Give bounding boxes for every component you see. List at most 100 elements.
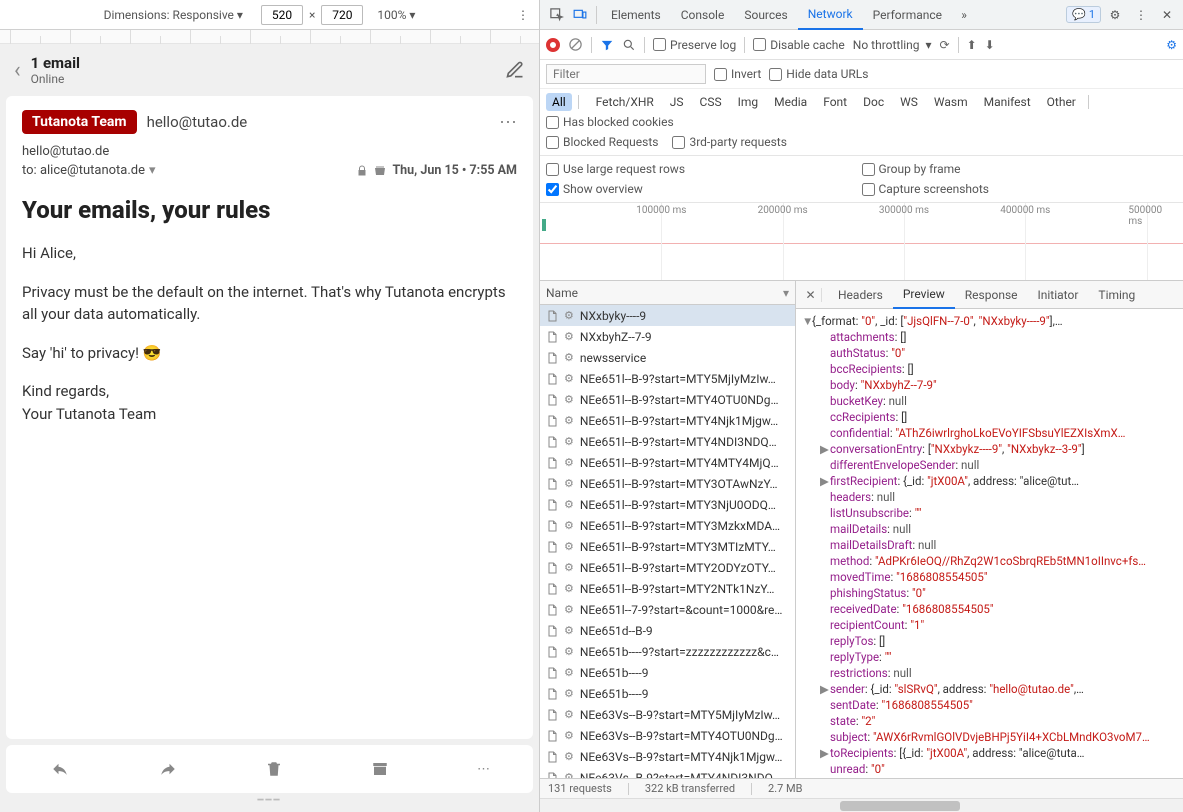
json-field-subject[interactable]: subject: "AWX6rRvmlGOlVDvjeBHPj5YiI4+XCb… bbox=[802, 729, 1177, 745]
width-input[interactable] bbox=[261, 5, 303, 25]
request-row[interactable]: ⚙NEe651l--B-9?start=MTY4NDI3NDQ… bbox=[540, 431, 795, 452]
detail-tab-timing[interactable]: Timing bbox=[1088, 281, 1145, 309]
third-party-checkbox[interactable]: 3rd-party requests bbox=[672, 135, 786, 149]
request-row[interactable]: ⚙NEe651l--B-9?start=MTY3MzkxMDA… bbox=[540, 515, 795, 536]
json-field-movedTime[interactable]: movedTime: "1686808554505" bbox=[802, 569, 1177, 585]
capture-screenshots-checkbox[interactable]: Capture screenshots bbox=[862, 182, 1178, 196]
name-column-header[interactable]: Name ▾ bbox=[540, 281, 795, 305]
type-filter-css[interactable]: CSS bbox=[694, 93, 728, 111]
request-row[interactable]: ⚙NEe651b----9?start=zzzzzzzzzzzz&c… bbox=[540, 641, 795, 662]
detail-tab-response[interactable]: Response bbox=[955, 281, 1028, 309]
request-row[interactable]: ⚙NEe63Vs--B-9?start=MTY4NDI3NDQ… bbox=[540, 767, 795, 778]
to-expand-icon[interactable]: ▾ bbox=[149, 163, 156, 178]
download-har-icon[interactable]: ⬇ bbox=[985, 38, 995, 52]
request-row[interactable]: ⚙NEe63Vs--B-9?start=MTY4Njk1Mjgw… bbox=[540, 746, 795, 767]
request-row[interactable]: ⚙NXxbyky----9 bbox=[540, 305, 795, 326]
device-mode-icon[interactable] bbox=[568, 3, 592, 27]
search-icon[interactable] bbox=[622, 38, 636, 52]
json-field-method[interactable]: method: "AdPKr6IeOQ//RhZq2W1coSbrqREb5tM… bbox=[802, 553, 1177, 569]
request-row[interactable]: ⚙NEe651l--B-9?start=MTY4Njk1Mjgw… bbox=[540, 410, 795, 431]
json-field-bucketKey[interactable]: bucketKey: null bbox=[802, 393, 1177, 409]
json-field-attachments[interactable]: attachments: [] bbox=[802, 329, 1177, 345]
horizontal-scrollbar[interactable] bbox=[540, 798, 1183, 812]
filter-input[interactable] bbox=[546, 64, 706, 84]
json-field-replyType[interactable]: replyType: "" bbox=[802, 649, 1177, 665]
json-field-sentDate[interactable]: sentDate: "1686808554505" bbox=[802, 697, 1177, 713]
detail-tab-preview[interactable]: Preview bbox=[893, 281, 955, 309]
disable-cache-checkbox[interactable]: Disable cache bbox=[753, 38, 845, 52]
request-row[interactable]: ⚙NEe651l--B-9?start=MTY5MjIyMzIw… bbox=[540, 368, 795, 389]
request-row[interactable]: ⚙NEe651l--7-9?start=&count=1000&re… bbox=[540, 599, 795, 620]
close-devtools-icon[interactable]: ✕ bbox=[1155, 3, 1179, 27]
timeline-overview[interactable]: 100000 ms200000 ms300000 ms400000 ms5000… bbox=[540, 203, 1183, 281]
type-filter-wasm[interactable]: Wasm bbox=[928, 93, 974, 111]
preview-json[interactable]: ▼{_format: "0", _id: ["JjsQlFN--7-0", "N… bbox=[796, 309, 1183, 778]
invert-checkbox[interactable]: Invert bbox=[714, 67, 761, 81]
json-field-sender[interactable]: ▶sender: {_id: "slSRvQ", address: "hello… bbox=[802, 681, 1177, 697]
throttling-dropdown[interactable]: No throttling ▾ bbox=[853, 38, 932, 52]
request-row[interactable]: ⚙NEe651l--B-9?start=MTY2ODYzOTY… bbox=[540, 557, 795, 578]
request-row[interactable]: ⚙NEe651l--B-9?start=MTY3MTIzMTY… bbox=[540, 536, 795, 557]
has-blocked-cookies-checkbox[interactable]: Has blocked cookies bbox=[546, 115, 674, 129]
json-field-body[interactable]: body: "NXxbyhZ--7-9" bbox=[802, 377, 1177, 393]
json-field-firstRecipient[interactable]: ▶firstRecipient: {_id: "jtX00A", address… bbox=[802, 473, 1177, 489]
json-field-receivedDate[interactable]: receivedDate: "1686808554505" bbox=[802, 601, 1177, 617]
json-field-ccRecipients[interactable]: ccRecipients: [] bbox=[802, 409, 1177, 425]
detail-tab-initiator[interactable]: Initiator bbox=[1028, 281, 1089, 309]
type-filter-all[interactable]: All bbox=[546, 93, 572, 111]
json-field-conversationEntry[interactable]: ▶conversationEntry: ["NXxbykz----9", "NX… bbox=[802, 441, 1177, 457]
tab-sources[interactable]: Sources bbox=[734, 0, 797, 30]
type-filter-doc[interactable]: Doc bbox=[857, 93, 890, 111]
json-field-unread[interactable]: unread: "0" bbox=[802, 761, 1177, 777]
close-detail-button[interactable]: ✕ bbox=[800, 288, 822, 302]
inspect-icon[interactable] bbox=[544, 3, 568, 27]
detail-tab-headers[interactable]: Headers bbox=[828, 281, 893, 309]
preserve-log-checkbox[interactable]: Preserve log bbox=[653, 38, 736, 52]
tab-console[interactable]: Console bbox=[671, 0, 735, 30]
blocked-requests-checkbox[interactable]: Blocked Requests bbox=[546, 135, 658, 149]
type-filter-media[interactable]: Media bbox=[768, 93, 813, 111]
record-button[interactable] bbox=[546, 38, 560, 52]
reply-button[interactable] bbox=[49, 760, 71, 778]
device-more-button[interactable]: ⋮ bbox=[513, 4, 533, 26]
json-field-confidential[interactable]: confidential: "AThZ6iwrlrghoLkoEVoYIFSbs… bbox=[802, 425, 1177, 441]
more-actions-button[interactable]: ⋯ bbox=[477, 762, 490, 777]
request-row[interactable]: ⚙NEe651l--B-9?start=MTY4MTY4MjQ… bbox=[540, 452, 795, 473]
type-filter-fetchxhr[interactable]: Fetch/XHR bbox=[590, 93, 660, 111]
archive-button[interactable] bbox=[369, 760, 391, 778]
network-conditions-icon[interactable]: ⟳ bbox=[940, 38, 950, 52]
request-row[interactable]: ⚙NEe651l--B-9?start=MTY3OTAwNzY… bbox=[540, 473, 795, 494]
height-input[interactable] bbox=[321, 5, 363, 25]
json-field-bccRecipients[interactable]: bccRecipients: [] bbox=[802, 361, 1177, 377]
group-by-frame-checkbox[interactable]: Group by frame bbox=[862, 162, 1178, 176]
type-filter-ws[interactable]: WS bbox=[894, 93, 924, 111]
request-row[interactable]: ⚙NEe651l--B-9?start=MTY3NjU0ODQ… bbox=[540, 494, 795, 515]
tab-elements[interactable]: Elements bbox=[601, 0, 671, 30]
tabs-overflow-icon[interactable]: » bbox=[952, 3, 976, 27]
tab-performance[interactable]: Performance bbox=[863, 0, 952, 30]
json-field-listUnsubscribe[interactable]: listUnsubscribe: "" bbox=[802, 505, 1177, 521]
request-row[interactable]: ⚙NEe63Vs--B-9?start=MTY5MjIyMzIw… bbox=[540, 704, 795, 725]
request-row[interactable]: ⚙NEe651l--B-9?start=MTY4OTU0NDg… bbox=[540, 389, 795, 410]
request-row[interactable]: ⚙NEe651b----9 bbox=[540, 662, 795, 683]
type-filter-manifest[interactable]: Manifest bbox=[978, 93, 1037, 111]
drag-handle[interactable]: ━━━ bbox=[6, 795, 533, 806]
type-filter-js[interactable]: JS bbox=[664, 93, 690, 111]
request-row[interactable]: ⚙NEe651l--B-9?start=MTY2NTk1NzY… bbox=[540, 578, 795, 599]
json-field-recipientCount[interactable]: recipientCount: "1" bbox=[802, 617, 1177, 633]
type-filter-other[interactable]: Other bbox=[1041, 93, 1082, 111]
issues-badge[interactable]: 💬 1 bbox=[1066, 6, 1101, 23]
filter-toggle-icon[interactable] bbox=[600, 38, 614, 52]
network-settings-icon[interactable]: ⚙ bbox=[1166, 38, 1177, 52]
request-row[interactable]: ⚙NEe63Vs--B-9?start=MTY4OTU0NDg… bbox=[540, 725, 795, 746]
upload-har-icon[interactable]: ⬆ bbox=[967, 38, 977, 52]
show-overview-checkbox[interactable]: Show overview bbox=[546, 182, 862, 196]
json-field-authStatus[interactable]: authStatus: "0" bbox=[802, 345, 1177, 361]
devtools-menu-icon[interactable]: ⋮ bbox=[1129, 3, 1153, 27]
json-field-differentEnvelopeSender[interactable]: differentEnvelopeSender: null bbox=[802, 457, 1177, 473]
type-filter-font[interactable]: Font bbox=[817, 93, 853, 111]
request-row[interactable]: ⚙newsservice bbox=[540, 347, 795, 368]
request-row[interactable]: ⚙NXxbyhZ--7-9 bbox=[540, 326, 795, 347]
type-filter-img[interactable]: Img bbox=[732, 93, 765, 111]
zoom-dropdown[interactable]: 100%▾ bbox=[377, 8, 415, 22]
